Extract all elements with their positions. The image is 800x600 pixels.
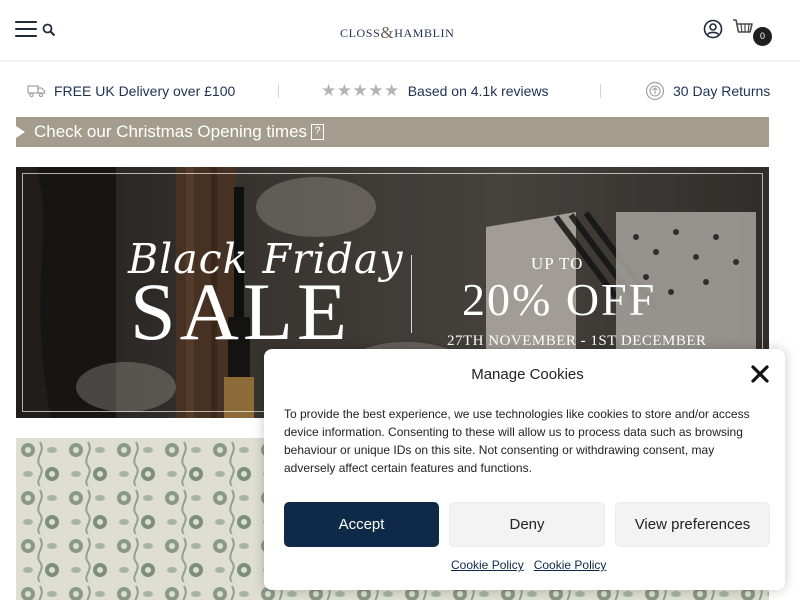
- cookie-title: Manage Cookies: [471, 366, 584, 383]
- banner-upto-text: UP TO: [531, 254, 584, 273]
- usp-reviews[interactable]: ★★★★★ Based on 4.1k reviews: [321, 78, 549, 104]
- search-icon[interactable]: [42, 23, 56, 37]
- cookie-links: Cookie Policy Cookie Policy: [451, 558, 616, 572]
- site-logo[interactable]: CLOSS&HAMBLIN: [340, 23, 454, 43]
- christmas-opening-times-bar[interactable]: Check our Christmas Opening times ?: [16, 117, 769, 147]
- rating-stars: ★★★★★: [321, 81, 400, 100]
- cookie-policy-link[interactable]: Cookie Policy: [451, 558, 524, 572]
- cart-icon[interactable]: [731, 17, 755, 41]
- banner-discount-text: 20% OFF: [462, 274, 657, 325]
- site-header: CLOSS&HAMBLIN 0: [0, 0, 800, 60]
- accept-button[interactable]: Accept: [284, 502, 439, 547]
- usp-divider: [278, 84, 279, 98]
- view-preferences-button[interactable]: View preferences: [615, 502, 770, 547]
- banner-divider: [411, 255, 412, 333]
- usp-returns-text: 30 Day Returns: [673, 83, 771, 99]
- cookie-consent-modal: Manage Cookies To provide the best exper…: [264, 349, 785, 590]
- cookie-body-text: To provide the best experience, we use t…: [284, 407, 750, 475]
- cookie-policy-link[interactable]: Cookie Policy: [534, 558, 607, 572]
- usp-delivery-text: FREE UK Delivery over £100: [54, 83, 236, 99]
- returns-icon: [645, 81, 665, 101]
- arrow-right-icon: [16, 126, 25, 138]
- deny-button[interactable]: Deny: [449, 502, 605, 547]
- menu-icon[interactable]: [15, 21, 37, 37]
- help-icon: ?: [311, 124, 325, 140]
- usp-bar: FREE UK Delivery over £100 ★★★★★ Based o…: [0, 78, 800, 104]
- account-icon[interactable]: [703, 19, 723, 39]
- banner-dates-text: 27TH NOVEMBER - 1ST DECEMBER: [447, 333, 707, 349]
- usp-returns: 30 Day Returns: [645, 78, 770, 104]
- delivery-van-icon: [27, 85, 46, 98]
- cart-count-badge: 0: [753, 27, 772, 46]
- usp-reviews-text: Based on 4.1k reviews: [407, 83, 549, 99]
- christmas-notice-text: Check our Christmas Opening times: [34, 122, 308, 141]
- banner-sale-text: SALE: [130, 266, 351, 357]
- close-icon[interactable]: [750, 364, 770, 384]
- usp-divider: [600, 84, 601, 98]
- usp-delivery: FREE UK Delivery over £100: [27, 78, 235, 104]
